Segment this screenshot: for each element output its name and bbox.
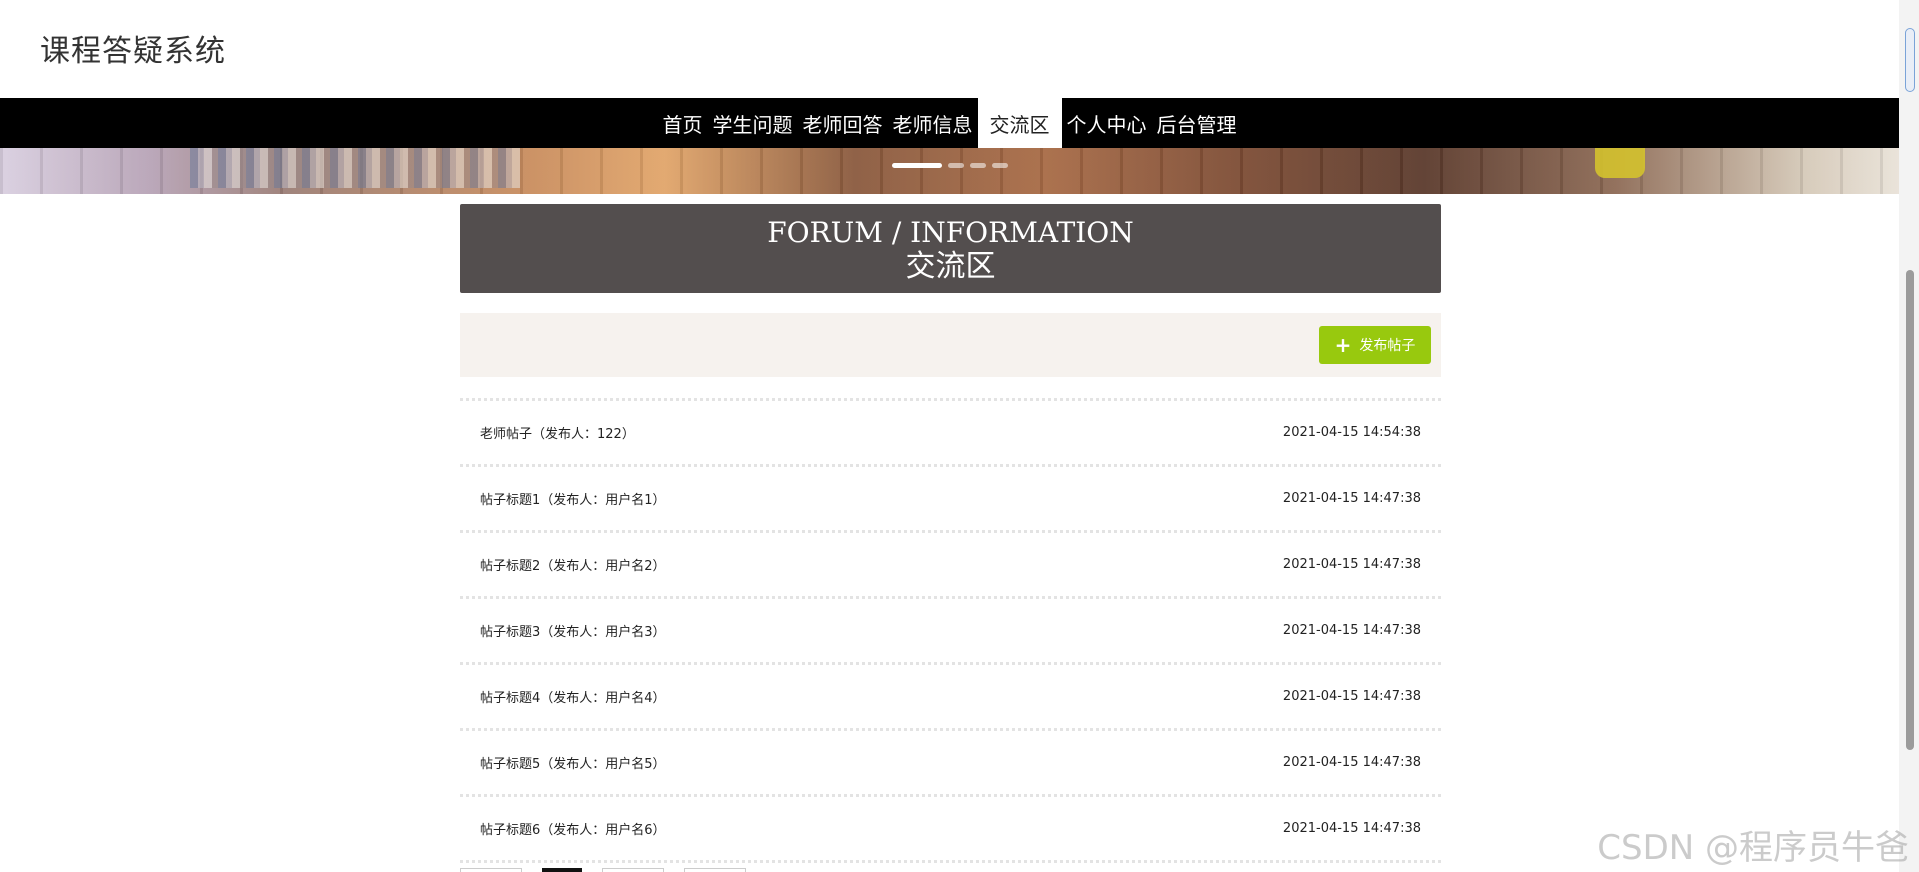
post-time: 2021-04-15 14:54:38: [1282, 425, 1421, 440]
nav-item-teacher-answers[interactable]: 老师回答: [798, 98, 888, 148]
post-time: 2021-04-15 14:47:38: [1282, 557, 1421, 572]
site-header: 课程答疑系统: [0, 0, 1899, 98]
post-row[interactable]: 帖子标题1（发布人：用户名1） 2021-04-15 14:47:38: [460, 464, 1441, 530]
nav-item-forum[interactable]: 交流区: [977, 98, 1062, 148]
post-title[interactable]: 帖子标题4（发布人：用户名4）: [480, 687, 666, 706]
post-list: 老师帖子（发布人：122） 2021-04-15 14:54:38 帖子标题1（…: [460, 398, 1441, 863]
scrollbar-thumb[interactable]: [1906, 270, 1914, 750]
carousel-indicators: [892, 163, 1008, 168]
nav-item-teacher-info[interactable]: 老师信息: [888, 98, 978, 148]
pager-button[interactable]: [684, 868, 746, 872]
banner-bookshelf: [190, 148, 520, 188]
post-title[interactable]: 帖子标题5（发布人：用户名5）: [480, 753, 666, 772]
post-time: 2021-04-15 14:47:38: [1282, 689, 1421, 704]
main-nav: 首页 学生问题 老师回答 老师信息 交流区 个人中心 后台管理: [0, 98, 1899, 148]
post-time: 2021-04-15 14:47:38: [1282, 623, 1421, 638]
post-title[interactable]: 帖子标题6（发布人：用户名6）: [480, 819, 666, 838]
post-row[interactable]: 帖子标题4（发布人：用户名4） 2021-04-15 14:47:38: [460, 662, 1441, 728]
pager-button-current[interactable]: [542, 868, 582, 872]
post-row[interactable]: 老师帖子（发布人：122） 2021-04-15 14:54:38: [460, 398, 1441, 464]
scrollbar-top-indicator[interactable]: [1905, 28, 1915, 92]
post-title[interactable]: 帖子标题2（发布人：用户名2）: [480, 555, 666, 574]
carousel-dot[interactable]: [970, 163, 986, 168]
post-title[interactable]: 帖子标题3（发布人：用户名3）: [480, 621, 666, 640]
banner-carousel: [0, 148, 1899, 194]
post-row[interactable]: 帖子标题2（发布人：用户名2） 2021-04-15 14:47:38: [460, 530, 1441, 596]
site-title[interactable]: 课程答疑系统: [40, 26, 226, 70]
banner-lamp: [1595, 148, 1645, 178]
nav-item-student-questions[interactable]: 学生问题: [708, 98, 798, 148]
post-row[interactable]: 帖子标题5（发布人：用户名5） 2021-04-15 14:47:38: [460, 728, 1441, 794]
post-row[interactable]: 帖子标题6（发布人：用户名6） 2021-04-15 14:47:38: [460, 794, 1441, 863]
section-title-box: FORUM / INFORMATION 交流区: [460, 204, 1441, 293]
post-title[interactable]: 帖子标题1（发布人：用户名1）: [480, 489, 666, 508]
nav-item-home[interactable]: 首页: [658, 98, 708, 148]
nav-item-admin[interactable]: 后台管理: [1152, 98, 1242, 148]
carousel-dot[interactable]: [992, 163, 1008, 168]
watermark: CSDN @程序员牛爸: [1597, 828, 1909, 868]
section-title-en: FORUM / INFORMATION: [767, 216, 1134, 249]
plus-icon: +: [1334, 333, 1352, 357]
pagination: [460, 868, 746, 872]
page: 课程答疑系统 首页 学生问题 老师回答 老师信息 交流区 个人中心 后台管理 F…: [0, 0, 1919, 872]
post-time: 2021-04-15 14:47:38: [1282, 755, 1421, 770]
pager-button[interactable]: [460, 868, 522, 872]
nav-item-personal-center[interactable]: 个人中心: [1062, 98, 1152, 148]
scrollbar[interactable]: [1899, 0, 1919, 872]
publish-post-button[interactable]: + 发布帖子: [1319, 326, 1431, 364]
carousel-dot[interactable]: [892, 163, 942, 168]
post-time: 2021-04-15 14:47:38: [1282, 821, 1421, 836]
post-time: 2021-04-15 14:47:38: [1282, 491, 1421, 506]
action-bar: + 发布帖子: [460, 313, 1441, 377]
pager-button[interactable]: [602, 868, 664, 872]
post-row[interactable]: 帖子标题3（发布人：用户名3） 2021-04-15 14:47:38: [460, 596, 1441, 662]
carousel-dot[interactable]: [948, 163, 964, 168]
publish-post-label: 发布帖子: [1359, 338, 1416, 354]
section-title-cn: 交流区: [905, 249, 996, 284]
post-title[interactable]: 老师帖子（发布人：122）: [480, 423, 635, 442]
